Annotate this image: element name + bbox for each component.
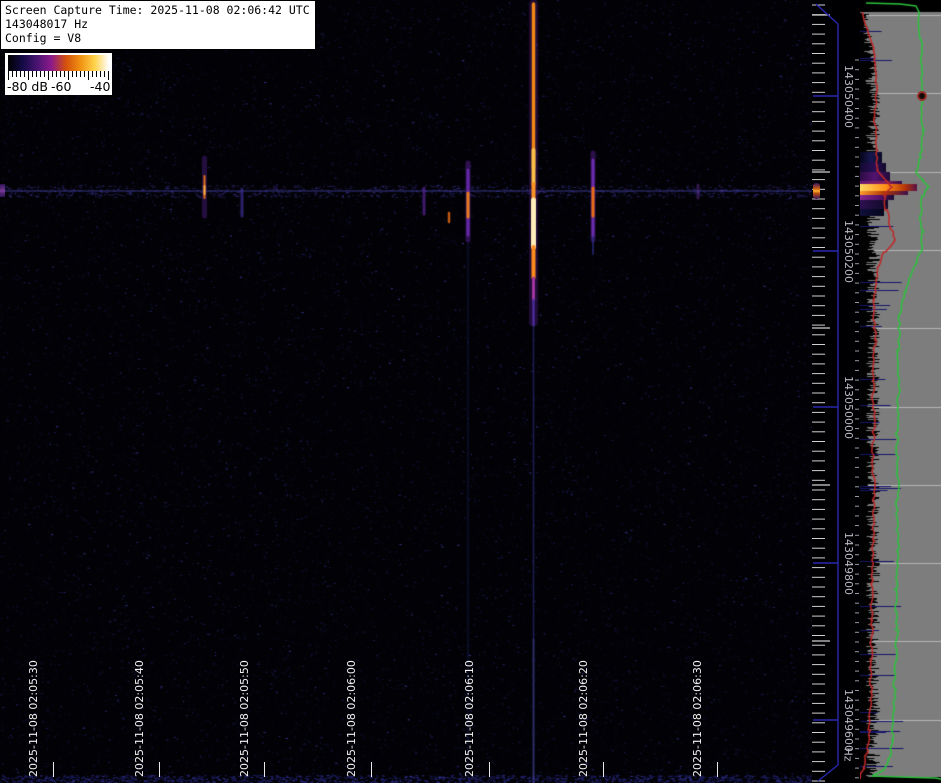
capture-time-text: Screen Capture Time: 2025-11-08 02:06:42… xyxy=(5,3,310,17)
frequency-label: 143050400 xyxy=(840,51,856,141)
frequency-label: 143049800 xyxy=(840,518,856,608)
frequency-label: 143050000 xyxy=(840,362,856,452)
time-label: 2025-11-08 02:06:00 xyxy=(345,660,358,777)
time-tick xyxy=(603,762,604,777)
center-frequency-text: 143048017 Hz xyxy=(5,17,89,31)
capture-info-box: Screen Capture Time: 2025-11-08 02:06:42… xyxy=(0,0,316,50)
cursor-dot-marker[interactable] xyxy=(917,91,927,101)
carrier-marker-left-edge xyxy=(0,184,5,197)
time-tick xyxy=(53,762,54,777)
time-tick xyxy=(489,762,490,777)
legend-max-label: -40 xyxy=(90,79,111,94)
config-text: Config = V8 xyxy=(5,31,82,45)
time-label: 2025-11-08 02:06:30 xyxy=(691,660,704,777)
time-label: 2025-11-08 02:05:30 xyxy=(27,660,40,777)
time-tick xyxy=(159,762,160,777)
spectrumlab-window: Screen Capture Time: 2025-11-08 02:06:42… xyxy=(0,0,941,783)
frequency-label-text: 143050000 xyxy=(841,375,855,439)
frequency-unit-label: Hz xyxy=(840,709,856,783)
time-label: 2025-11-08 02:05:50 xyxy=(238,660,251,777)
carrier-marker-ruler xyxy=(813,183,820,199)
frequency-label-text: 143050200 xyxy=(841,219,855,283)
frequency-label-text: 143050400 xyxy=(841,64,855,128)
time-label: 2025-11-08 02:06:10 xyxy=(463,660,476,777)
frequency-label-text: 143049800 xyxy=(841,531,855,595)
time-tick xyxy=(371,762,372,777)
legend-min-label: -80 dB xyxy=(7,79,48,94)
time-label: 2025-11-08 02:05:40 xyxy=(133,660,146,777)
legend-labels: -80 dB -60 -40 xyxy=(5,79,112,94)
frequency-unit-text: Hz xyxy=(841,746,855,762)
legend-mid-label: -60 xyxy=(51,79,72,94)
time-tick xyxy=(717,762,718,777)
time-tick xyxy=(264,762,265,777)
frequency-label: 143050200 xyxy=(840,206,856,296)
color-scale-legend: -80 dB -60 -40 xyxy=(5,53,112,95)
spectrum-graph-panel[interactable] xyxy=(860,0,941,783)
time-label: 2025-11-08 02:06:20 xyxy=(577,660,590,777)
colormap-gradient-bar xyxy=(8,55,109,71)
